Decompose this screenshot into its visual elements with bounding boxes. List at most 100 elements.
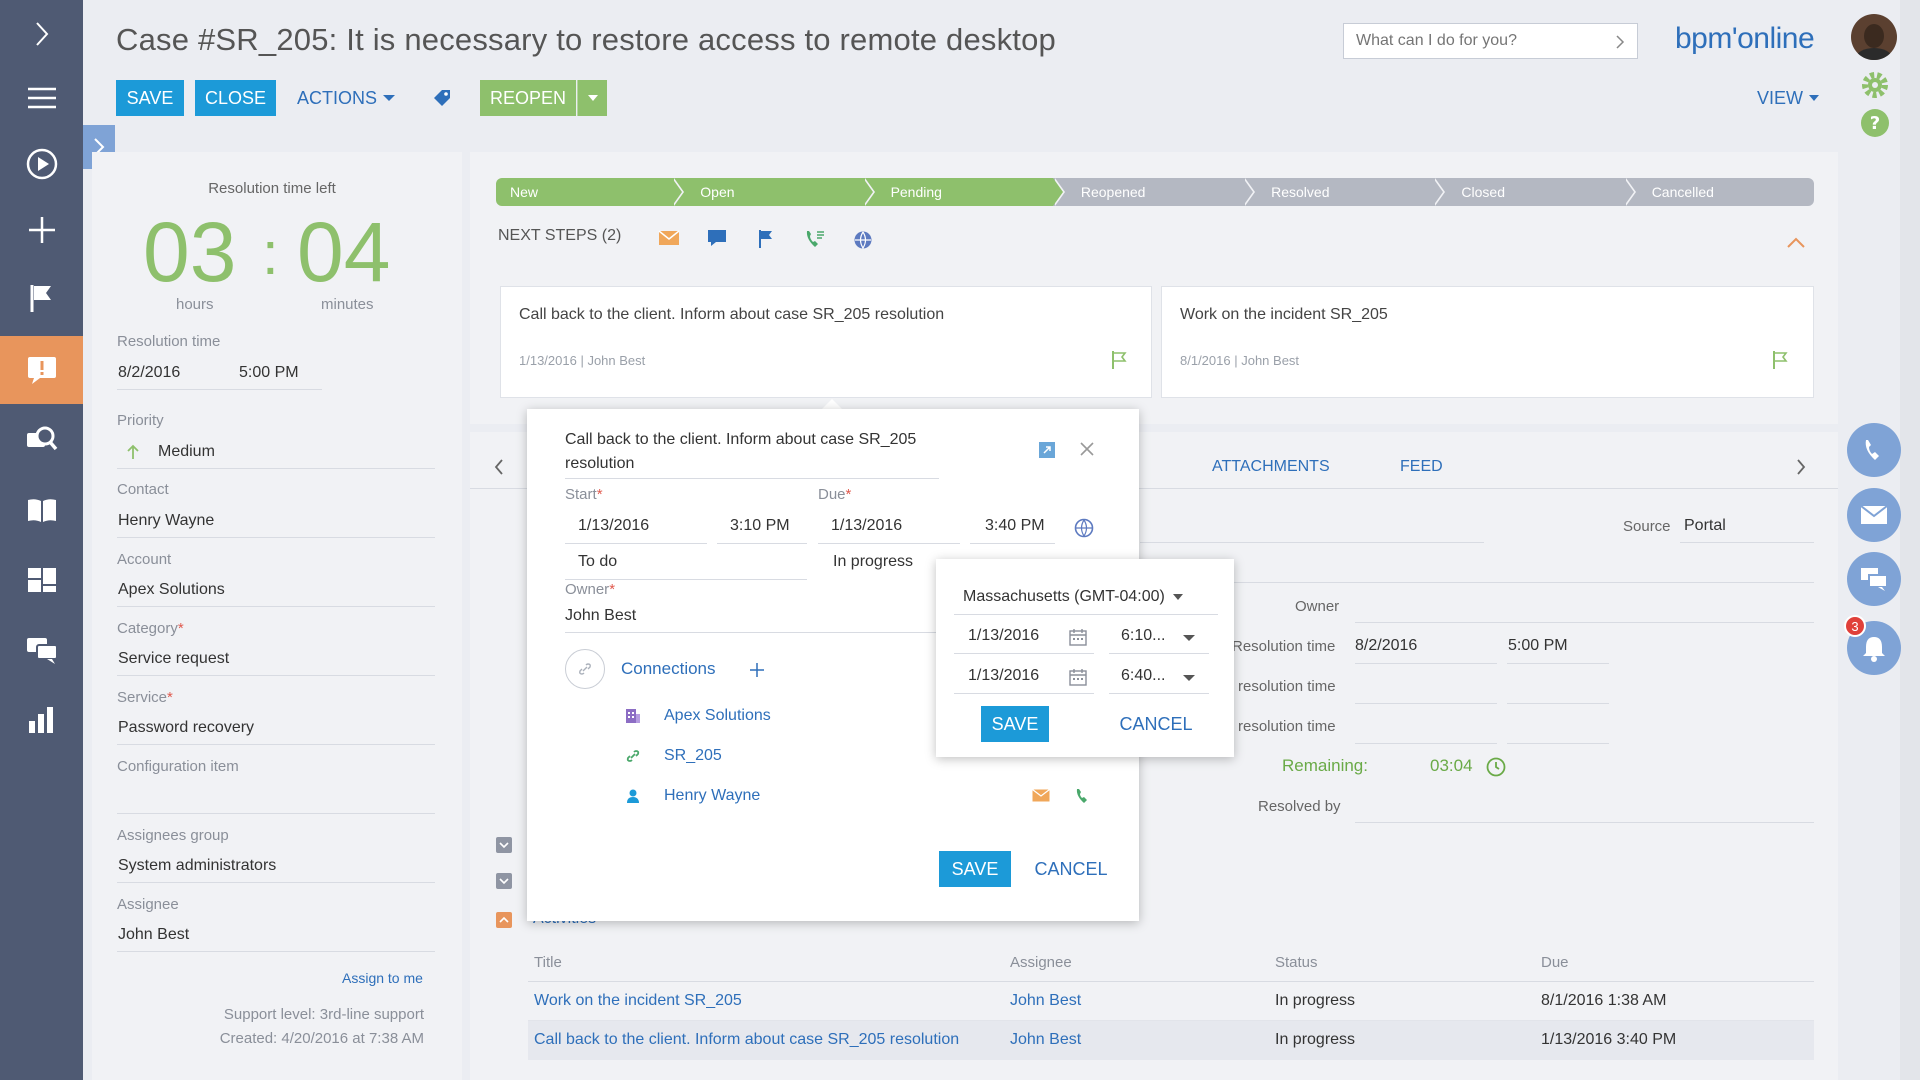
help-icon[interactable]: ? [1860, 108, 1890, 143]
activity-title-link[interactable]: Work on the incident SR_205 [534, 992, 742, 1010]
timezone-select[interactable]: Massachusetts (GMT-04:00) [963, 588, 1184, 606]
stage-cancelled[interactable]: Cancelled [1623, 178, 1814, 206]
view-button[interactable]: VIEW [1752, 80, 1824, 116]
stage-closed[interactable]: Closed [1433, 178, 1636, 206]
calendar-icon[interactable] [1069, 628, 1087, 651]
resolution-date-field[interactable]: 8/2/2016 [118, 364, 180, 382]
tz-end-time-field[interactable]: 6:40... [1121, 667, 1165, 685]
task-flag-icon[interactable] [757, 229, 775, 254]
contact-link[interactable]: Henry Wayne [118, 512, 214, 530]
activity-result-field[interactable]: To do [578, 553, 617, 571]
assignees-group-link[interactable]: System administrators [118, 857, 276, 875]
knowledge-search-icon[interactable] [0, 406, 83, 474]
owner-field[interactable] [1355, 622, 1814, 623]
start-time-field[interactable]: 3:10 PM [730, 517, 790, 535]
message-icon[interactable] [707, 229, 727, 252]
calendar-icon[interactable] [1069, 668, 1087, 691]
chevron-right-icon[interactable] [1615, 34, 1625, 50]
reopen-button[interactable]: REOPEN [480, 80, 576, 116]
flag-outline-icon[interactable] [1771, 350, 1789, 375]
next-step-title[interactable]: Work on the incident SR_205 [1180, 306, 1388, 324]
assignee-link[interactable]: John Best [118, 926, 189, 944]
next-step-card[interactable]: Work on the incident SR_205 8/1/2016 | J… [1161, 286, 1814, 398]
collapse-group-toggle[interactable] [496, 912, 512, 928]
tab-attachments[interactable]: ATTACHMENTS [1212, 458, 1330, 476]
expand-group-toggle[interactable] [496, 873, 512, 889]
table-row[interactable]: Work on the incident SR_205 John Best In… [528, 982, 1814, 1021]
stage-resolved[interactable]: Resolved [1243, 178, 1446, 206]
connection-account-link[interactable]: Apex Solutions [664, 707, 771, 725]
actions-button[interactable]: ACTIONS [296, 80, 396, 116]
flag-outline-icon[interactable] [1110, 350, 1128, 375]
service-link[interactable]: Password recovery [118, 719, 254, 737]
next-step-title[interactable]: Call back to the client. Inform about ca… [519, 306, 944, 324]
email-icon[interactable] [658, 230, 680, 251]
timezone-globe-icon[interactable] [1074, 518, 1094, 543]
resolution-date-field[interactable]: 8/2/2016 [1355, 637, 1417, 655]
chat-button[interactable] [1847, 552, 1901, 606]
process-play-icon[interactable] [0, 130, 83, 198]
globe-icon[interactable] [853, 230, 873, 255]
connection-contact-link[interactable]: Henry Wayne [664, 787, 760, 805]
due-date-field[interactable]: 1/13/2016 [831, 517, 902, 535]
analytics-icon[interactable] [0, 686, 83, 754]
expand-group-toggle[interactable] [496, 837, 512, 853]
settings-gear-icon[interactable] [1860, 70, 1890, 105]
phone-button[interactable] [1847, 423, 1901, 477]
chevron-right-icon[interactable] [1795, 458, 1807, 481]
flag-icon[interactable] [0, 264, 83, 332]
due-time-field[interactable]: 3:40 PM [985, 517, 1045, 535]
assign-to-me-link[interactable]: Assign to me [342, 970, 423, 986]
chevron-left-icon[interactable] [493, 458, 505, 481]
connection-case-link[interactable]: SR_205 [664, 747, 722, 765]
save-button[interactable]: SAVE [116, 80, 184, 116]
tab-feed[interactable]: FEED [1400, 458, 1443, 476]
tag-icon[interactable] [432, 88, 452, 113]
modal-save-button[interactable]: SAVE [939, 851, 1011, 887]
category-field[interactable]: Service request [118, 650, 229, 668]
add-connection-icon[interactable] [749, 662, 765, 683]
column-due[interactable]: Due [1541, 954, 1569, 971]
config-item-field[interactable] [117, 813, 435, 814]
menu-icon[interactable] [0, 64, 83, 132]
resolution-time-field[interactable]: 5:00 PM [1508, 637, 1568, 655]
search-input[interactable] [1344, 24, 1594, 58]
stage-open[interactable]: Open [672, 178, 875, 206]
column-assignee[interactable]: Assignee [1010, 954, 1072, 971]
reopen-dropdown-button[interactable] [577, 80, 607, 116]
column-title[interactable]: Title [534, 954, 562, 971]
modal-cancel-button[interactable]: CANCEL [1031, 851, 1111, 887]
add-icon[interactable] [0, 196, 83, 264]
column-status[interactable]: Status [1275, 954, 1318, 971]
book-icon[interactable] [0, 476, 83, 544]
chat-icon[interactable] [0, 616, 83, 684]
stage-new[interactable]: New [496, 178, 685, 206]
resolution-time-field[interactable]: 5:00 PM [239, 364, 299, 382]
owner-field[interactable]: John Best [565, 607, 636, 625]
stage-reopened[interactable]: Reopened [1052, 178, 1256, 206]
next-step-card[interactable]: Call back to the client. Inform about ca… [500, 286, 1152, 398]
command-search[interactable] [1343, 23, 1638, 59]
dashboard-icon[interactable] [0, 546, 83, 614]
tz-save-button[interactable]: SAVE [981, 706, 1049, 742]
account-link[interactable]: Apex Solutions [118, 581, 225, 599]
email-button[interactable] [1847, 488, 1901, 542]
close-button[interactable]: CLOSE [195, 80, 276, 116]
priority-field[interactable]: Medium [158, 443, 215, 461]
activity-assignee-link[interactable]: John Best [1010, 992, 1081, 1010]
tz-cancel-button[interactable]: CANCEL [1116, 706, 1196, 742]
close-icon[interactable] [1079, 441, 1095, 462]
cases-icon[interactable] [0, 336, 83, 404]
source-field[interactable]: Portal [1684, 517, 1726, 535]
tz-start-date-field[interactable]: 1/13/2016 [968, 627, 1039, 645]
tz-start-time-field[interactable]: 6:10... [1121, 627, 1165, 645]
resolved-by-field[interactable] [1355, 822, 1814, 823]
tz-end-date-field[interactable]: 1/13/2016 [968, 667, 1039, 685]
expand-icon[interactable] [0, 0, 83, 68]
collapse-up-icon[interactable] [1786, 236, 1806, 254]
table-row[interactable]: Call back to the client. Inform about ca… [528, 1021, 1814, 1060]
start-date-field[interactable]: 1/13/2016 [578, 517, 649, 535]
phone-icon[interactable] [1074, 787, 1092, 810]
caret-down-icon[interactable] [1183, 635, 1195, 641]
modal-title[interactable]: Call back to the client. Inform about ca… [565, 428, 965, 476]
